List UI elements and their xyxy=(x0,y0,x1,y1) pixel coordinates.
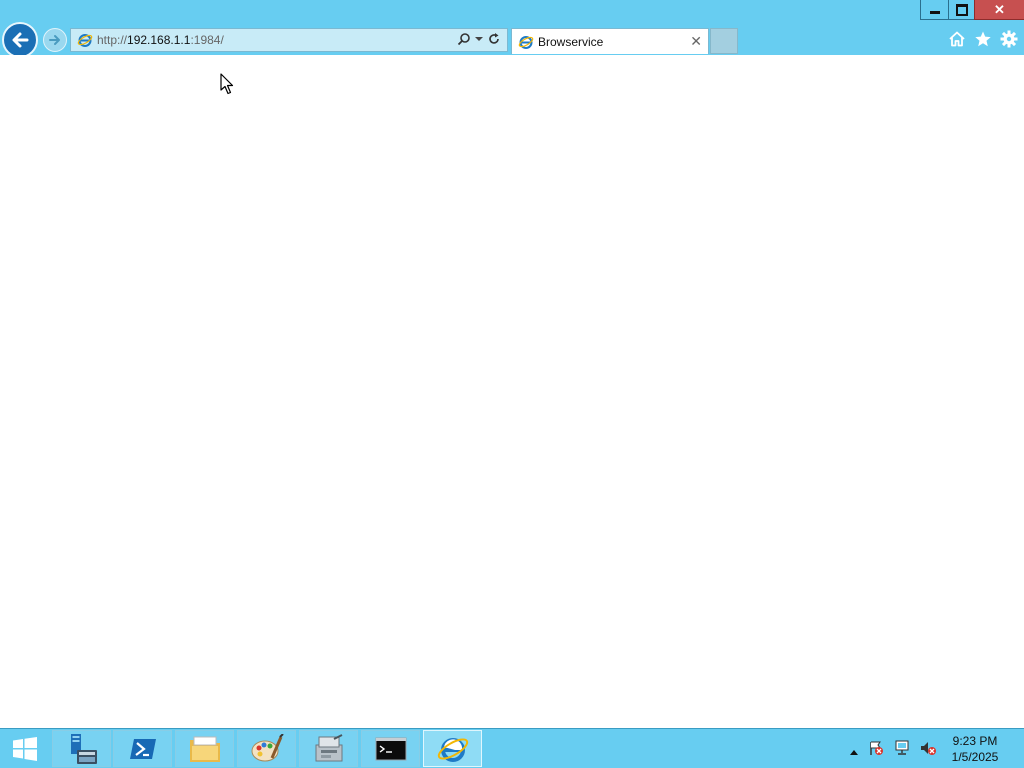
taskbar-file-explorer[interactable] xyxy=(175,730,234,767)
system-tray xyxy=(850,740,936,761)
taskbar-command-prompt[interactable] xyxy=(361,730,420,767)
start-button[interactable] xyxy=(0,729,50,768)
restore-icon xyxy=(955,3,968,16)
folder-icon xyxy=(189,736,220,762)
new-tab-button[interactable] xyxy=(710,28,738,54)
tab-title: Browservice xyxy=(538,34,604,49)
minimize-icon xyxy=(929,11,940,14)
window-controls: ✕ xyxy=(920,0,1024,20)
ie-logo-icon xyxy=(77,34,93,47)
url-port: :1984/ xyxy=(190,33,224,47)
taskbar-powershell[interactable] xyxy=(113,730,172,767)
action-center-flag-icon[interactable] xyxy=(868,740,884,761)
taskbar-internet-explorer[interactable] xyxy=(423,730,482,767)
taskbar-server-manager[interactable] xyxy=(52,730,111,767)
forward-arrow-icon xyxy=(49,35,60,45)
browser-chrome: ✕ http://192.168.1.1:1984/ Browservice ✕ xyxy=(0,0,1024,58)
restore-button[interactable] xyxy=(948,0,974,20)
back-button[interactable] xyxy=(2,22,38,58)
close-window-button[interactable]: ✕ xyxy=(974,0,1024,20)
dropdown-arrow-icon[interactable] xyxy=(475,36,483,42)
tab-close-button[interactable]: ✕ xyxy=(690,33,702,50)
refresh-icon[interactable] xyxy=(487,32,501,46)
taskbar-tools[interactable] xyxy=(299,730,358,767)
forward-button[interactable] xyxy=(43,28,67,52)
command-prompt-icon xyxy=(375,737,406,760)
taskbar: 9:23 PM 1/5/2025 xyxy=(0,728,1024,768)
ie-logo-icon xyxy=(518,35,534,49)
settings-gear-icon[interactable] xyxy=(1000,30,1018,53)
volume-muted-icon[interactable] xyxy=(920,740,936,761)
minimize-button[interactable] xyxy=(920,0,948,20)
page-content[interactable] xyxy=(0,55,1024,728)
home-icon[interactable] xyxy=(948,30,966,53)
tab-browservice[interactable]: Browservice ✕ xyxy=(511,28,709,54)
url-protocol: http:// xyxy=(97,33,128,47)
back-arrow-icon xyxy=(12,32,29,48)
taskbar-paint[interactable] xyxy=(237,730,296,767)
windows-logo-icon xyxy=(13,736,37,761)
internet-explorer-icon xyxy=(437,737,468,762)
command-bar xyxy=(948,30,1018,53)
clock-date: 1/5/2025 xyxy=(951,750,999,764)
search-icon[interactable] xyxy=(457,32,471,46)
clock-time: 9:23 PM xyxy=(952,734,998,748)
favorites-star-icon[interactable] xyxy=(974,30,992,53)
address-bar[interactable]: http://192.168.1.1:1984/ xyxy=(70,28,508,52)
taskbar-clock[interactable]: 9:23 PM 1/5/2025 xyxy=(946,733,1004,765)
paint-palette-icon xyxy=(251,733,284,761)
url-text[interactable]: http://192.168.1.1:1984/ xyxy=(97,33,224,47)
mouse-cursor-icon xyxy=(220,73,234,95)
tools-icon xyxy=(315,733,342,761)
url-host: 192.168.1.1 xyxy=(127,33,191,47)
show-hidden-icons-button[interactable] xyxy=(850,742,858,760)
network-icon[interactable] xyxy=(894,740,910,761)
powershell-icon xyxy=(129,738,156,759)
server-manager-icon xyxy=(70,733,97,764)
